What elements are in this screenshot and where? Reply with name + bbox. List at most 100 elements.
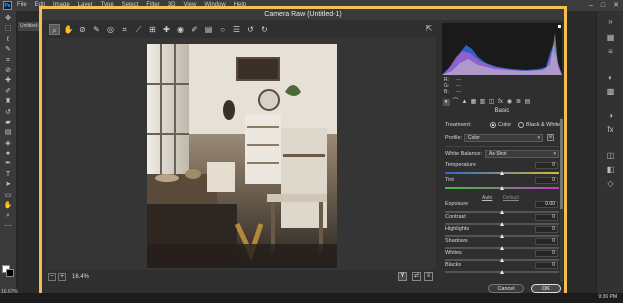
- close-icon[interactable]: ✕: [613, 0, 619, 11]
- collapse-icon[interactable]: »: [606, 17, 615, 26]
- shape-tool-icon[interactable]: ▭: [3, 192, 14, 200]
- treatment-bw-radio[interactable]: [518, 122, 524, 128]
- adjustments-panel-icon[interactable]: ◑: [606, 111, 615, 120]
- healing-tool-icon[interactable]: ✚: [3, 77, 14, 85]
- exposure-slider-thumb[interactable]: [500, 210, 504, 214]
- pen-tool-icon[interactable]: ✒: [3, 160, 14, 168]
- stamp-tool-icon[interactable]: ♜: [3, 98, 14, 106]
- whites-slider-thumb[interactable]: [500, 258, 504, 262]
- minimize-icon[interactable]: –: [589, 0, 593, 11]
- rotate-ccw-icon[interactable]: ↺: [245, 24, 256, 35]
- cancel-button[interactable]: Cancel: [488, 284, 524, 293]
- blur-tool-icon[interactable]: ◈: [3, 140, 14, 148]
- zoom-tool-icon[interactable]: ⌕: [3, 212, 14, 220]
- camera-raw-dialog: Camera Raw (Untitled-1) ⌕ ✋ ⊘ ✎ ◎ ⌗ ⟋ ⊞ …: [39, 6, 567, 299]
- browse-profiles-icon[interactable]: ⊞: [547, 134, 554, 141]
- lens-corrections-tab-icon[interactable]: ◫: [488, 99, 495, 106]
- snapshots-tab-icon[interactable]: ▤: [524, 99, 531, 106]
- temperature-value[interactable]: 0: [535, 162, 558, 169]
- background-color-swatch[interactable]: [6, 269, 14, 277]
- eraser-tool-icon[interactable]: ▰: [3, 119, 14, 127]
- more-tools-icon[interactable]: ⋯: [3, 223, 14, 231]
- marquee-tool-icon[interactable]: ⬚: [3, 25, 14, 33]
- red-eye-tool-icon[interactable]: ◉: [175, 24, 186, 35]
- eyedropper-tool-icon[interactable]: ⊘: [3, 67, 14, 75]
- preferences-icon[interactable]: ☰: [231, 24, 242, 35]
- radial-filter-icon[interactable]: ○: [217, 24, 228, 35]
- rgb-readout: R: --- G: --- B: ---: [444, 77, 560, 97]
- zoom-tool-icon[interactable]: ⌕: [49, 24, 60, 35]
- adjustment-brush-icon[interactable]: ✐: [189, 24, 200, 35]
- view-settings-icon[interactable]: ≡: [424, 272, 433, 281]
- document-tab[interactable]: Untitled-: [18, 22, 40, 31]
- treatment-color-radio[interactable]: [490, 122, 496, 128]
- hsl-tab-icon[interactable]: ▦: [470, 99, 477, 106]
- panel-scrollbar[interactable]: [560, 117, 563, 282]
- crop-tool-icon[interactable]: ⌗: [3, 57, 14, 65]
- dodge-tool-icon[interactable]: ●: [3, 150, 14, 158]
- before-after-view-button[interactable]: Y: [398, 272, 407, 281]
- history-brush-tool-icon[interactable]: ↺: [3, 109, 14, 117]
- layers-panel-icon[interactable]: ◫: [606, 151, 615, 160]
- rotate-cw-icon[interactable]: ↻: [259, 24, 270, 35]
- crop-tool-icon[interactable]: ⌗: [119, 24, 130, 35]
- presets-tab-icon[interactable]: ≣: [515, 99, 522, 106]
- tint-value[interactable]: 0: [535, 177, 558, 184]
- transform-tool-icon[interactable]: ⊞: [147, 24, 158, 35]
- spot-removal-tool-icon[interactable]: ✚: [161, 24, 172, 35]
- graduated-filter-icon[interactable]: ▤: [203, 24, 214, 35]
- contrast-slider-thumb[interactable]: [500, 222, 504, 226]
- menu-file[interactable]: File: [17, 0, 27, 11]
- tone-curve-tab-icon[interactable]: ⌒: [452, 99, 459, 106]
- highlights-value[interactable]: 0: [535, 226, 558, 233]
- blacks-slider-thumb[interactable]: [500, 270, 504, 274]
- basic-tab-icon[interactable]: ◐: [443, 99, 450, 106]
- default-link[interactable]: Default: [503, 195, 519, 201]
- color-sampler-tool-icon[interactable]: ✎: [91, 24, 102, 35]
- paths-panel-icon[interactable]: ◇: [606, 179, 615, 188]
- brush-tool-icon[interactable]: ✐: [3, 88, 14, 96]
- shadows-value[interactable]: 0: [535, 238, 558, 245]
- white-balance-tool-icon[interactable]: ⊘: [77, 24, 88, 35]
- straighten-tool-icon[interactable]: ⟋: [133, 24, 144, 35]
- zoom-in-button[interactable]: +: [58, 272, 66, 281]
- gradient-tool-icon[interactable]: ▤: [3, 129, 14, 137]
- lasso-tool-icon[interactable]: ℓ: [3, 36, 14, 44]
- fullscreen-icon[interactable]: ⇱: [423, 23, 435, 34]
- hand-tool-icon[interactable]: ✋: [63, 24, 74, 35]
- profile-select[interactable]: Color: [464, 134, 543, 142]
- color-panel-icon[interactable]: ◐: [606, 73, 615, 82]
- zoom-out-button[interactable]: −: [48, 272, 56, 281]
- move-tool-icon[interactable]: ✥: [3, 15, 14, 23]
- whites-value[interactable]: 0: [535, 250, 558, 257]
- highlights-slider-thumb[interactable]: [500, 234, 504, 238]
- type-tool-icon[interactable]: T: [3, 171, 14, 179]
- shadows-slider-thumb[interactable]: [500, 246, 504, 250]
- detail-tab-icon[interactable]: ▲: [461, 99, 468, 106]
- styles-panel-icon[interactable]: fx: [606, 125, 615, 134]
- exposure-value[interactable]: 0.00: [535, 201, 558, 208]
- swatches-panel-icon[interactable]: ▩: [606, 87, 615, 96]
- blacks-value[interactable]: 0: [535, 262, 558, 269]
- properties-panel-icon[interactable]: ≡: [606, 47, 615, 56]
- quick-select-tool-icon[interactable]: ✎: [3, 46, 14, 54]
- ok-button[interactable]: OK: [531, 284, 561, 293]
- zoom-level[interactable]: 16.4%: [72, 274, 89, 280]
- temperature-slider-thumb[interactable]: [500, 171, 504, 175]
- maximize-icon[interactable]: □: [601, 0, 605, 11]
- hand-tool-icon[interactable]: ✋: [3, 202, 14, 210]
- history-panel-icon[interactable]: ▦: [606, 33, 615, 42]
- effects-tab-icon[interactable]: fx: [497, 99, 504, 106]
- tint-slider-thumb[interactable]: [500, 186, 504, 190]
- auto-link[interactable]: Auto: [482, 195, 492, 201]
- path-select-tool-icon[interactable]: ➤: [3, 181, 14, 189]
- calibration-tab-icon[interactable]: ◉: [506, 99, 513, 106]
- targeted-adjustment-tool-icon[interactable]: ◎: [105, 24, 116, 35]
- contrast-value[interactable]: 0: [535, 214, 558, 221]
- swap-view-icon[interactable]: ⇄: [412, 272, 421, 281]
- white-balance-select[interactable]: As Shot: [485, 150, 559, 158]
- split-toning-tab-icon[interactable]: ▥: [479, 99, 486, 106]
- channels-panel-icon[interactable]: ◧: [606, 165, 615, 174]
- panel-scroll-thumb[interactable]: [560, 119, 563, 209]
- histogram: [442, 23, 562, 75]
